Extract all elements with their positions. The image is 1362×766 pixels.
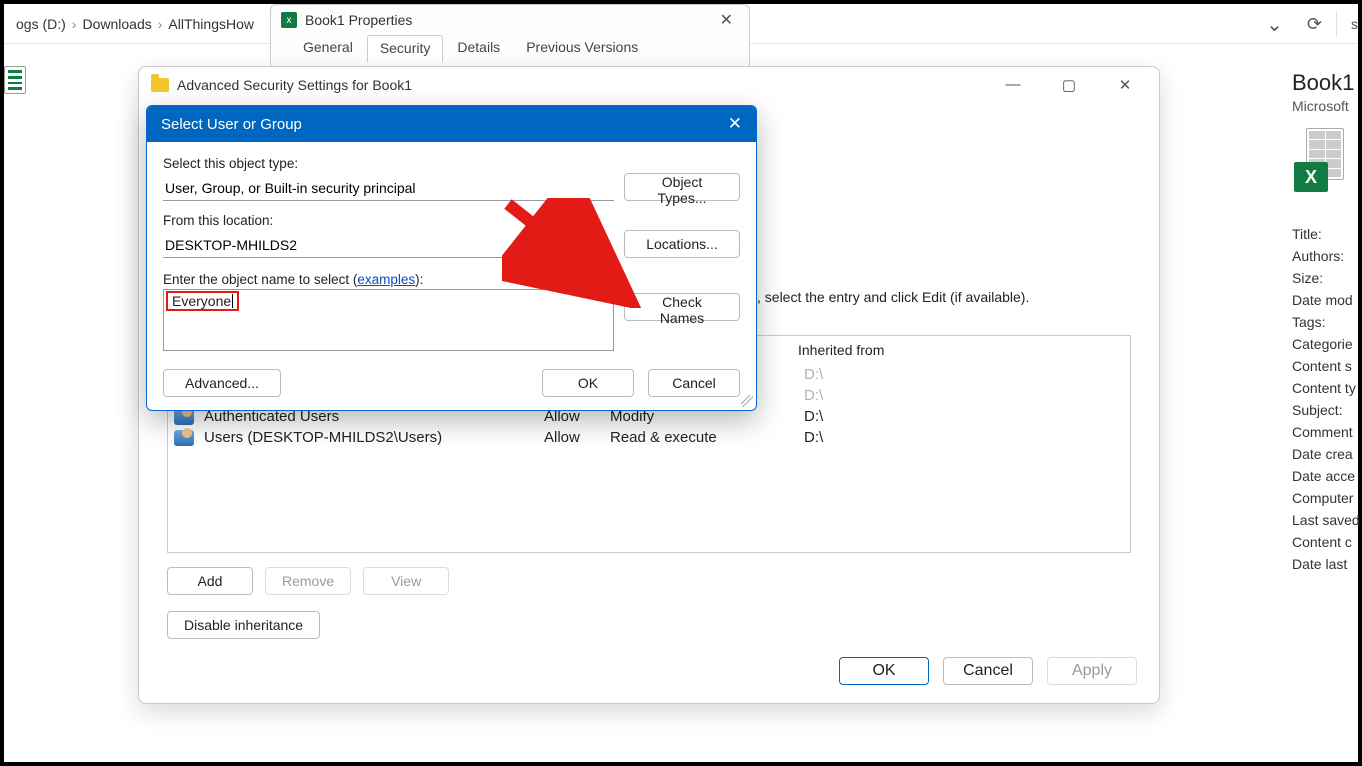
inherited-from-value: D:\ (804, 366, 964, 383)
excel-icon: x (281, 12, 297, 28)
highlight-box: Everyone (166, 291, 239, 311)
select-user-or-group-dialog: Select User or Group ✕ Select this objec… (146, 105, 757, 411)
details-property: Date acce (1292, 468, 1358, 484)
inherited-from-value: D:\ (804, 408, 964, 425)
breadcrumb-item[interactable]: ogs (D:) (10, 16, 72, 32)
disable-inheritance-button[interactable]: Disable inheritance (167, 611, 320, 639)
add-button[interactable]: Add (167, 567, 253, 595)
column-inherited-from: Inherited from (798, 342, 958, 358)
permission-hint-text: , select the entry and click Edit (if av… (757, 289, 1131, 305)
file-type-icon: X (1292, 128, 1348, 200)
permission-access: Read & execute (610, 429, 804, 446)
ok-button[interactable]: OK (839, 657, 929, 685)
refresh-icon[interactable]: ⟳ (1293, 14, 1336, 35)
details-title: Book1 (1292, 70, 1358, 96)
object-name-input[interactable]: Everyone (163, 289, 614, 351)
details-subtitle: Microsoft (1292, 98, 1358, 114)
remove-button[interactable]: Remove (265, 567, 351, 595)
inherited-from-value: D:\ (804, 387, 964, 404)
ok-button[interactable]: OK (542, 369, 634, 397)
maximize-icon[interactable]: ▢ (1047, 76, 1091, 94)
search-icon[interactable]: s (1337, 16, 1358, 32)
details-property: Computer (1292, 490, 1358, 506)
locations-button[interactable]: Locations... (624, 230, 740, 258)
details-property: Date crea (1292, 446, 1358, 462)
details-property: Date mod (1292, 292, 1358, 308)
details-pane: Book1 Microsoft X Title: Authors: Size: … (1286, 60, 1358, 572)
breadcrumb-item[interactable]: Downloads (76, 16, 157, 32)
tab-security[interactable]: Security (367, 35, 444, 62)
close-icon[interactable]: ✕ (714, 10, 739, 30)
details-property: Content c (1292, 534, 1358, 550)
advanced-button[interactable]: Advanced... (163, 369, 281, 397)
inherited-from-value: D:\ (804, 429, 964, 446)
examples-link[interactable]: examples (357, 272, 415, 287)
details-property: Last saved (1292, 512, 1358, 528)
details-property: Date last (1292, 556, 1358, 572)
location-label: From this location: (163, 213, 740, 228)
object-name-label: Enter the object name to select (example… (163, 272, 740, 287)
tab-general[interactable]: General (291, 35, 365, 62)
details-property: Subject: (1292, 402, 1358, 418)
users-icon (174, 430, 194, 446)
cancel-button[interactable]: Cancel (648, 369, 740, 397)
object-type-label: Select this object type: (163, 156, 740, 171)
folder-icon (151, 78, 169, 92)
check-names-button[interactable]: Check Names (624, 293, 740, 321)
close-icon[interactable]: ✕ (728, 114, 742, 134)
history-dropdown-icon[interactable]: ⌄ (1256, 12, 1293, 37)
details-property: Comment (1292, 424, 1358, 440)
principal-name: Users (DESKTOP-MHILDS2\Users) (204, 429, 544, 446)
details-property: Content s (1292, 358, 1358, 374)
minimize-icon[interactable]: — (991, 76, 1035, 94)
cancel-button[interactable]: Cancel (943, 657, 1033, 685)
close-icon[interactable]: ✕ (1103, 76, 1147, 94)
details-property: Authors: (1292, 248, 1358, 264)
object-types-button[interactable]: Object Types... (624, 173, 740, 201)
properties-dialog: x Book1 Properties ✕ General Security De… (270, 4, 750, 68)
details-property: Title: (1292, 226, 1358, 242)
dialog-title: Select User or Group (161, 116, 302, 133)
tab-previous-versions[interactable]: Previous Versions (514, 35, 650, 62)
permission-entry-row[interactable]: Users (DESKTOP-MHILDS2\Users) Allow Read… (168, 427, 1130, 448)
resize-grip-icon[interactable] (741, 395, 753, 407)
file-thumbnail[interactable] (4, 66, 44, 176)
details-property: Categorie (1292, 336, 1358, 352)
window-title: Advanced Security Settings for Book1 (177, 77, 412, 93)
details-property: Size: (1292, 270, 1358, 286)
object-type-field (163, 176, 614, 201)
properties-dialog-title: Book1 Properties (305, 12, 412, 28)
permission-type: Allow (544, 429, 610, 446)
details-property: Content ty (1292, 380, 1358, 396)
view-button[interactable]: View (363, 567, 449, 595)
details-property-list: Title: Authors: Size: Date mod Tags: Cat… (1292, 226, 1358, 572)
location-field (163, 233, 614, 258)
apply-button[interactable]: Apply (1047, 657, 1137, 685)
excel-mark-icon: X (1294, 162, 1328, 192)
breadcrumb-item[interactable]: AllThingsHow (162, 16, 260, 32)
tab-details[interactable]: Details (445, 35, 512, 62)
details-property: Tags: (1292, 314, 1358, 330)
